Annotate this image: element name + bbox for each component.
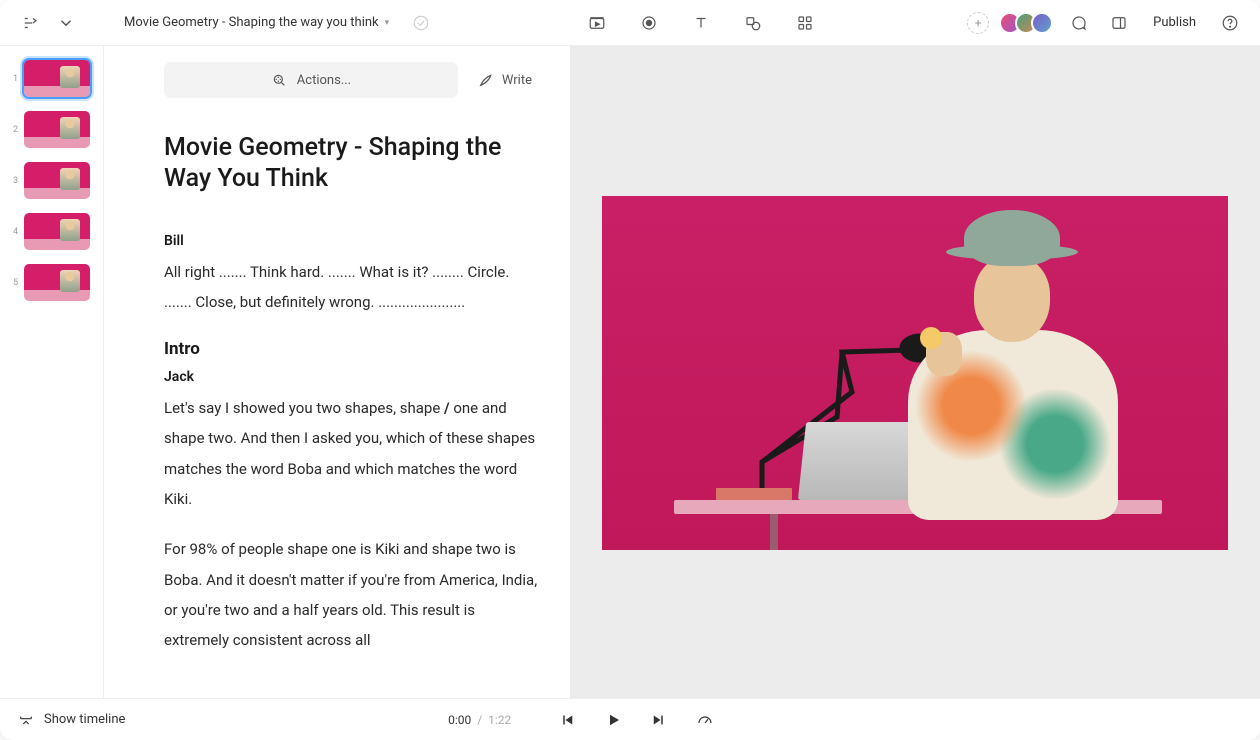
pen-icon <box>478 72 494 88</box>
actions-button[interactable]: Actions... <box>164 62 458 98</box>
project-title[interactable]: Movie Geometry - Shaping the way you thi… <box>124 15 379 30</box>
sync-status-icon <box>407 9 435 37</box>
script-editor[interactable]: Actions... Write Movie Geometry - Shapin… <box>104 46 570 698</box>
menu-icon[interactable] <box>16 9 44 37</box>
chevron-down-icon[interactable]: ▾ <box>385 18 390 28</box>
collaborator-avatars[interactable] <box>1005 12 1053 34</box>
comments-icon[interactable] <box>1065 9 1093 37</box>
speed-icon[interactable] <box>691 706 719 734</box>
document-title[interactable]: Movie Geometry - Shaping the Way You Thi… <box>164 132 540 195</box>
record-icon[interactable] <box>635 9 663 37</box>
show-timeline-label: Show timeline <box>44 712 125 727</box>
add-collaborator-button[interactable]: + <box>967 12 989 34</box>
shapes-icon[interactable] <box>739 9 767 37</box>
play-button[interactable] <box>599 706 627 734</box>
scene-thumbnail[interactable]: 4 <box>8 213 95 250</box>
sparkle-icon <box>271 72 287 88</box>
write-button[interactable]: Write <box>470 62 540 98</box>
show-timeline-button[interactable]: Show timeline <box>18 712 125 728</box>
grid-icon[interactable] <box>791 9 819 37</box>
avatar <box>1031 12 1053 34</box>
video-mode-icon[interactable] <box>583 9 611 37</box>
help-icon[interactable] <box>1216 9 1244 37</box>
playback-time: 0:00 / 1:22 <box>448 713 511 727</box>
chevron-down-icon[interactable] <box>52 9 80 37</box>
text-icon[interactable] <box>687 9 715 37</box>
actions-label: Actions... <box>297 73 351 88</box>
scene-thumbnail[interactable]: 1 <box>8 60 95 97</box>
next-button[interactable] <box>645 706 673 734</box>
panel-right-icon[interactable] <box>1105 9 1133 37</box>
timeline-icon <box>18 712 34 728</box>
section-heading[interactable]: Intro <box>164 339 540 359</box>
transcript-line[interactable]: All right ....... Think hard. ....... Wh… <box>164 257 540 318</box>
speaker-label[interactable]: Bill <box>164 233 540 249</box>
transcript-line[interactable]: For 98% of people shape one is Kiki and … <box>164 534 540 655</box>
video-preview[interactable] <box>570 46 1260 698</box>
prev-button[interactable] <box>553 706 581 734</box>
scene-thumbnail[interactable]: 3 <box>8 162 95 199</box>
write-label: Write <box>502 73 532 88</box>
video-frame <box>602 196 1228 550</box>
scene-thumbnail[interactable]: 5 <box>8 264 95 301</box>
scene-thumbnails: 1 2 3 4 5 <box>0 46 104 698</box>
publish-button[interactable]: Publish <box>1145 11 1204 34</box>
speaker-label[interactable]: Jack <box>164 369 540 385</box>
scene-thumbnail[interactable]: 2 <box>8 111 95 148</box>
transcript-line[interactable]: Let's say I showed you two shapes, shape… <box>164 393 540 514</box>
